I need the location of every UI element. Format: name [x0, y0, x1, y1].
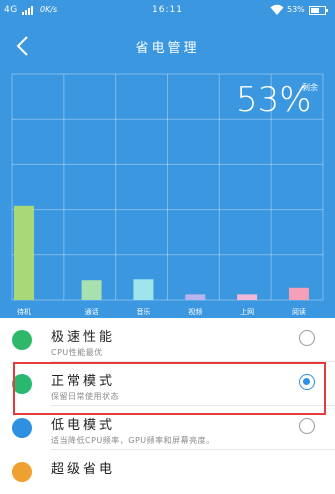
battery-percent-status: 53% — [287, 5, 305, 14]
mode-performance[interactable]: 极速性能 CPU性能最优 — [0, 318, 335, 362]
clock: 16:11 — [152, 5, 183, 15]
mode-desc: CPU性能最优 — [51, 348, 103, 357]
mode-normal[interactable]: 正常模式 保留日常使用状态 — [0, 362, 335, 406]
tick-label: 阅读 — [292, 307, 306, 316]
mode-super-saver[interactable]: 超级省电 — [0, 450, 335, 494]
bar-通话 — [81, 280, 102, 300]
mode-name: 低电模式 — [51, 418, 116, 433]
bar-阅读 — [288, 287, 309, 300]
battery-status-icon — [309, 6, 328, 15]
signal-icon — [22, 6, 33, 15]
bar-音乐 — [133, 279, 154, 300]
power-mode-list: 极速性能 CPU性能最优 正常模式 保留日常使用状态 低电模式 适当降低CPU频… — [0, 318, 335, 494]
mode-desc: 适当降低CPU频率，GPU频率和屏幕亮度。 — [51, 436, 215, 445]
tick-label: 上网 — [240, 307, 254, 316]
low-battery-icon — [12, 418, 32, 438]
mode-radio-selected[interactable] — [299, 374, 315, 390]
bar-上网 — [237, 294, 258, 300]
bar-待机 — [14, 205, 34, 300]
page-title: 省电管理 — [135, 41, 200, 56]
tick-label: 通话 — [85, 307, 99, 316]
battery-hero-panel: 4G 0K/s 16:11 53% 省电管理 53% 剩余 待机 通话 音乐 视频 上网… — [0, 0, 335, 318]
rocket-icon — [12, 330, 32, 350]
network-speed: 0K/s — [40, 5, 58, 14]
usage-bar-chart: 待机 通话 音乐 视频 上网 阅读 — [11, 73, 324, 316]
tick-label: 音乐 — [136, 307, 150, 316]
mode-low-power[interactable]: 低电模式 适当降低CPU频率，GPU频率和屏幕亮度。 — [0, 406, 335, 450]
tick-label: 待机 — [17, 307, 31, 316]
tick-label: 视频 — [188, 307, 202, 316]
leaf-icon — [12, 462, 32, 482]
mode-name: 超级省电 — [51, 462, 116, 477]
wifi-icon — [270, 4, 284, 15]
mode-radio[interactable] — [299, 330, 315, 346]
network-type: 4G — [4, 5, 18, 15]
mode-radio[interactable] — [299, 418, 315, 434]
bar-视频 — [185, 294, 206, 300]
mode-name: 极速性能 — [51, 330, 116, 345]
status-bar: 4G 0K/s 16:11 53% — [0, 0, 335, 22]
mode-name: 正常模式 — [51, 374, 116, 389]
mode-desc: 保留日常使用状态 — [51, 392, 119, 401]
battery-icon — [12, 374, 32, 394]
